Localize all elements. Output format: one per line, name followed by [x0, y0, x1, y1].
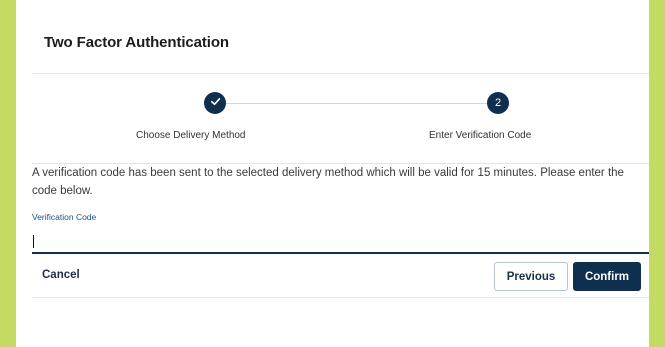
dialog-header: Two Factor Authentication [32, 16, 649, 74]
cancel-button[interactable]: Cancel [42, 269, 80, 281]
verification-code-label: Verification Code [32, 212, 97, 222]
text-cursor [33, 235, 34, 248]
verification-code-input[interactable] [32, 228, 649, 254]
previous-button[interactable]: Previous [494, 262, 568, 291]
step-1-indicator [204, 92, 226, 114]
step-2-indicator: 2 [487, 92, 509, 114]
dialog-footer: Cancel Previous Confirm [32, 256, 649, 298]
instruction-text: A verification code has been sent to the… [32, 167, 624, 197]
step-2-number: 2 [494, 97, 502, 109]
page-title: Two Factor Authentication [44, 34, 229, 51]
step-2-label: Enter Verification Code [429, 130, 532, 141]
confirm-button[interactable]: Confirm [573, 262, 641, 291]
step-connector [215, 103, 503, 104]
check-icon [210, 96, 221, 110]
step-1-label: Choose Delivery Method [136, 130, 246, 141]
stepper: 2 Choose Delivery Method Enter Verificat… [32, 74, 649, 164]
